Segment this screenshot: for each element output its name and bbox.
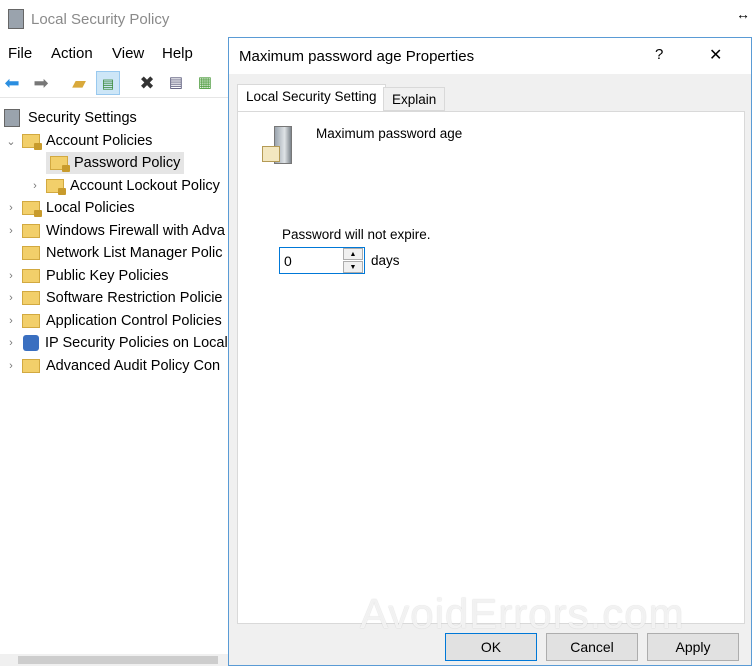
unit-label: days [371, 253, 400, 268]
menu-action[interactable]: Action [51, 45, 93, 62]
menu-help[interactable]: Help [162, 45, 193, 62]
chevron-right-icon[interactable]: › [4, 270, 18, 282]
tree-label: Account Policies [46, 133, 153, 149]
tree-node-local-policies[interactable]: › Local Policies [4, 197, 135, 219]
tree-node-account-lockout-policy[interactable]: › Account Lockout Policy [28, 175, 220, 197]
watermark: AvoidErrors.com [360, 590, 685, 637]
password-age-value[interactable]: 0 [284, 253, 292, 269]
tree-node-ip-security[interactable]: › IP Security Policies on Local [4, 332, 228, 354]
folder-lock-icon [22, 201, 42, 217]
folder-icon [22, 359, 40, 373]
close-button[interactable]: ✕ [709, 45, 722, 65]
tab-local-security-setting[interactable]: Local Security Setting [237, 84, 386, 111]
tree-label: Network List Manager Polic [46, 245, 223, 261]
dialog-title: Maximum password age Properties [239, 48, 475, 65]
tree-label: Account Lockout Policy [70, 178, 220, 194]
tree-node-account-policies[interactable]: ⌄ Account Policies [4, 130, 152, 152]
chevron-right-icon[interactable]: › [4, 292, 18, 304]
up-folder-icon[interactable]: ▰ [67, 71, 91, 95]
folder-icon [22, 224, 40, 238]
tree-node-security-settings[interactable]: Security Settings [4, 107, 137, 129]
tree-label: Software Restriction Policie [46, 290, 223, 306]
tree-node-password-policy[interactable]: Password Policy [46, 152, 185, 174]
tree-node-advanced-audit[interactable]: › Advanced Audit Policy Con [4, 355, 220, 377]
scrollbar-thumb[interactable] [18, 656, 218, 664]
horizontal-scrollbar[interactable] [0, 654, 228, 666]
ip-security-icon [23, 335, 39, 351]
folder-icon [22, 269, 40, 283]
spin-down-button[interactable]: ▼ [343, 261, 363, 273]
tree-label: Public Key Policies [46, 268, 169, 284]
chevron-down-icon[interactable]: ⌄ [4, 135, 18, 148]
properties-icon[interactable]: ▤ [164, 71, 188, 95]
toolbar: ⬅ ➡ ▰ ▤ ✖ ▤ ▦ [0, 68, 228, 98]
tree-label: IP Security Policies on Local [45, 335, 228, 351]
dialog-title-bar: Maximum password age Properties ? ✕ [229, 38, 751, 74]
tree-label: Password Policy [74, 155, 181, 171]
help-button[interactable]: ? [655, 46, 663, 63]
export-list-icon[interactable]: ▦ [193, 71, 217, 95]
resize-icon[interactable]: ↔ [736, 6, 750, 22]
folder-icon [22, 246, 40, 260]
spin-up-button[interactable]: ▲ [343, 248, 363, 260]
menu-view[interactable]: View [112, 45, 144, 62]
show-hide-tree-icon[interactable]: ▤ [96, 71, 120, 95]
server-policy-icon [262, 126, 294, 166]
chevron-right-icon[interactable]: › [4, 337, 18, 349]
folder-icon [22, 314, 40, 328]
tree-node-application-control[interactable]: › Application Control Policies [4, 310, 222, 332]
security-policy-icon [4, 109, 20, 127]
folder-lock-icon [22, 134, 42, 150]
password-age-stepper[interactable]: 0 ▲ ▼ [279, 247, 365, 274]
chevron-right-icon[interactable]: › [4, 225, 18, 237]
chevron-right-icon[interactable]: › [4, 202, 18, 214]
tab-explain[interactable]: Explain [383, 87, 446, 111]
folder-icon [22, 291, 40, 305]
tree-label: Windows Firewall with Adva [46, 223, 225, 239]
app-title: Local Security Policy [31, 11, 170, 28]
chevron-right-icon[interactable]: › [28, 180, 42, 192]
forward-icon[interactable]: ➡ [29, 71, 53, 95]
folder-lock-icon [46, 179, 66, 195]
settings-panel: Maximum password age Password will not e… [237, 111, 745, 624]
app-title-bar: Local Security Policy ↔ [0, 0, 752, 38]
tree-label: Security Settings [28, 110, 137, 126]
tree-label: Advanced Audit Policy Con [46, 358, 221, 374]
menu-file[interactable]: File [8, 45, 32, 62]
delete-icon[interactable]: ✖ [135, 71, 159, 95]
policy-name: Maximum password age [316, 126, 463, 141]
tree-label: Local Policies [46, 200, 135, 216]
chevron-right-icon[interactable]: › [4, 315, 18, 327]
tree-node-network-list-manager[interactable]: Network List Manager Polic [4, 242, 223, 264]
tree-label: Application Control Policies [46, 313, 222, 329]
expiry-status: Password will not expire. [282, 227, 431, 242]
tree-node-public-key-policies[interactable]: › Public Key Policies [4, 265, 169, 287]
tree-node-windows-firewall[interactable]: › Windows Firewall with Adva [4, 220, 225, 242]
properties-dialog: Maximum password age Properties ? ✕ Loca… [228, 37, 752, 666]
security-policy-icon [8, 9, 24, 29]
tree-node-software-restriction[interactable]: › Software Restriction Policie [4, 287, 223, 309]
folder-lock-icon [50, 156, 70, 172]
chevron-right-icon[interactable]: › [4, 360, 18, 372]
back-icon[interactable]: ⬅ [0, 71, 24, 95]
